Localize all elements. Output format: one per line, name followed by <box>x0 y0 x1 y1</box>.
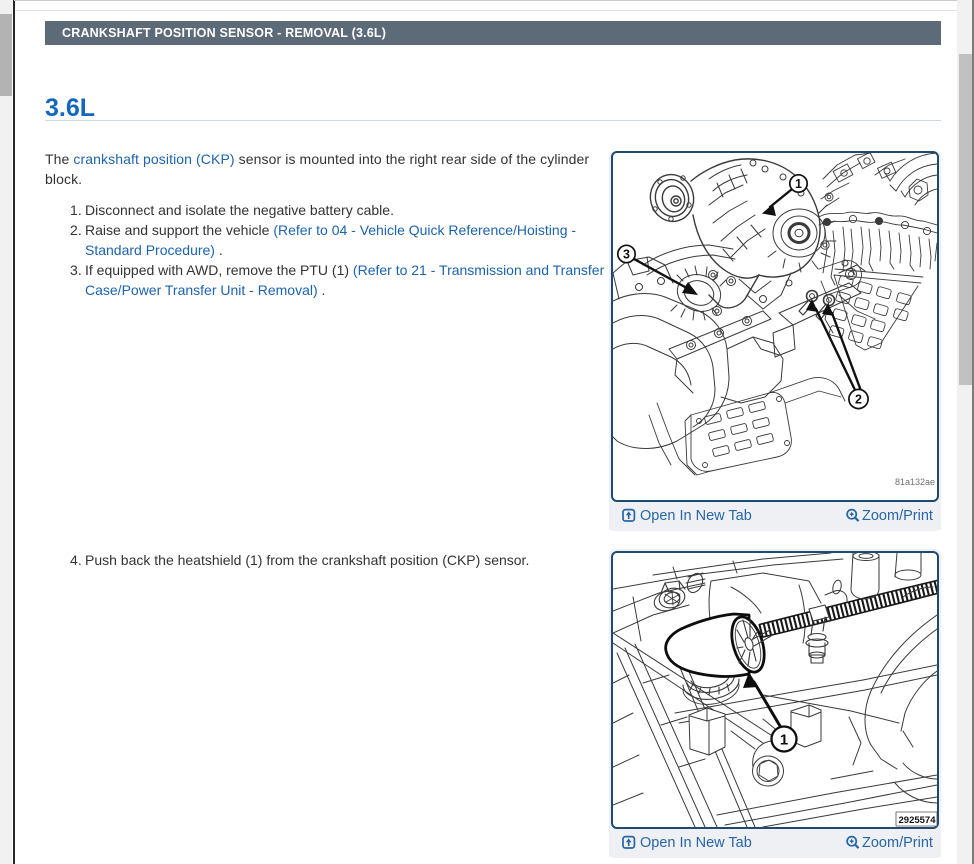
svg-text:2: 2 <box>855 393 862 407</box>
svg-text:2925574: 2925574 <box>899 815 937 826</box>
svg-text:81a132ae: 81a132ae <box>895 477 935 487</box>
svg-text:1: 1 <box>795 177 802 191</box>
svg-text:1: 1 <box>780 732 788 749</box>
svg-text:3: 3 <box>623 248 630 262</box>
